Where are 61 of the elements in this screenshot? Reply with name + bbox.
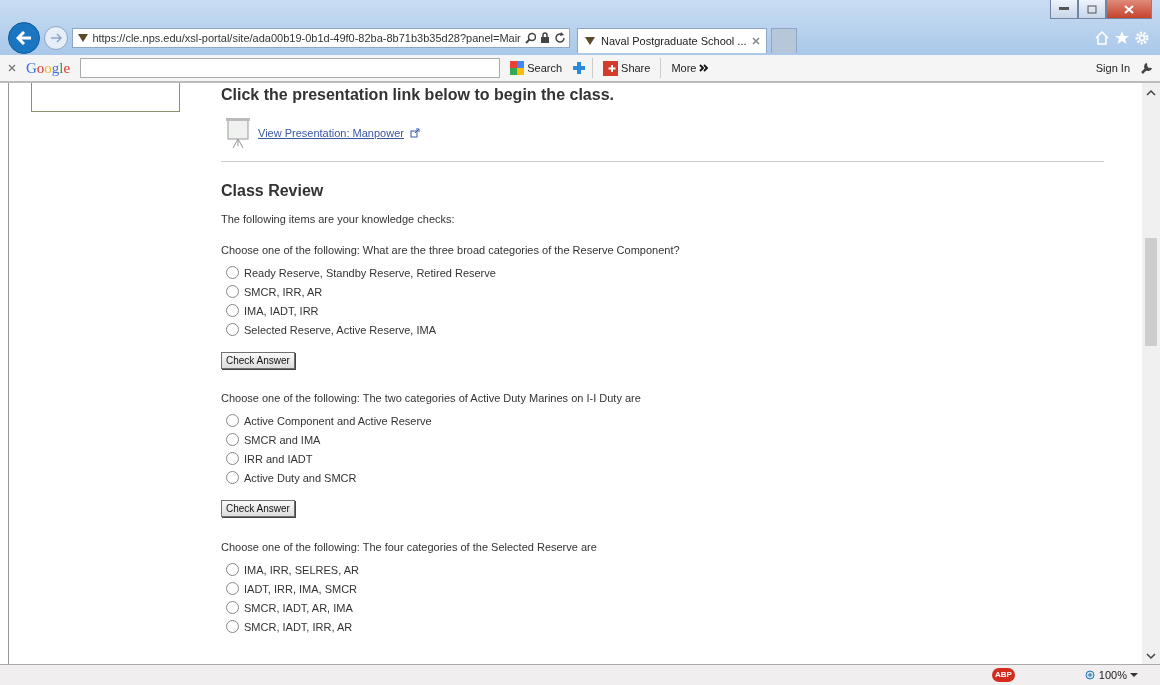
lock-icon [540, 31, 550, 44]
answer-option[interactable]: Ready Reserve, Standby Reserve, Retired Reserve [226, 263, 1104, 282]
answer-option[interactable]: SMCR, IADT, IRR, AR [226, 617, 1104, 636]
answer-option[interactable]: Active Component and Active Reserve [226, 411, 1104, 430]
forward-button[interactable] [44, 25, 68, 50]
maximize-icon [1087, 4, 1097, 14]
intro-text: The following items are your knowledge checks: [221, 213, 456, 225]
share-button[interactable]: Share [599, 60, 655, 76]
refresh-icon[interactable] [553, 31, 565, 44]
answer-option[interactable]: IMA, IADT, IRR [226, 301, 1104, 320]
url-text: https://cle.nps.edu/xsl-portal/site/ada00b19-0b1d-49f0-82ba-8b71b3b35d28?panel=Mair [92, 31, 521, 44]
double-chevron-icon [699, 64, 710, 72]
back-button[interactable] [8, 21, 40, 54]
projector-screen-icon [224, 117, 252, 149]
more-button[interactable]: More [667, 62, 714, 74]
answer-option[interactable]: IRR and IADT [226, 449, 1104, 468]
search-button[interactable]: Search [506, 61, 567, 75]
question-text: Choose one of the following: The two categories of Active Duty Marines on I-I Duty are [221, 392, 642, 404]
close-button[interactable] [1106, 0, 1152, 19]
caret-icon [1130, 672, 1138, 678]
site-icon [584, 36, 596, 46]
browser-tab[interactable]: Naval Postgraduate School ... [577, 28, 767, 53]
maximize-button[interactable] [1078, 0, 1106, 19]
squares-icon [510, 61, 525, 75]
plus-icon[interactable] [572, 61, 587, 75]
search-field[interactable] [80, 58, 501, 78]
star-icon[interactable] [1114, 30, 1130, 45]
address-bar[interactable]: https://cle.nps.edu/xsl-portal/site/ada00b19-0b1d-49f0-82ba-8b71b3b35d28?panel=Mair [72, 27, 570, 48]
answer-option[interactable]: IADT, IRR, IMA, SMCR [226, 579, 1104, 598]
zoom-control[interactable]: 100% [1084, 669, 1138, 681]
answer-option[interactable]: SMCR, IRR, AR [226, 282, 1104, 301]
magnifier-icon [1084, 669, 1096, 681]
sign-in-button[interactable]: Sign In [1091, 62, 1134, 74]
check-answer-button[interactable]: Check Answer [221, 352, 295, 369]
arrow-left-icon [16, 30, 32, 45]
check-answer-button[interactable]: Check Answer [221, 500, 295, 517]
question-text: Choose one of the following: What are the three broad categories of the Reserve Component? [221, 244, 681, 256]
section-heading: Class Review [221, 182, 325, 200]
close-icon[interactable] [751, 37, 760, 45]
answer-option[interactable]: SMCR, IADT, AR, IMA [226, 598, 1104, 617]
search-icon[interactable] [524, 31, 537, 44]
minimize-button[interactable] [1050, 0, 1078, 19]
answer-option[interactable]: Selected Reserve, Active Reserve, IMA [226, 320, 1104, 339]
answer-option[interactable]: IMA, IRR, SELRES, AR [226, 560, 1104, 579]
wrench-icon[interactable] [1140, 61, 1154, 75]
answer-option[interactable]: SMCR and IMA [226, 430, 1104, 449]
answer-option[interactable]: Active Duty and SMCR [226, 468, 1104, 487]
close-icon [1124, 4, 1134, 14]
close-icon[interactable] [8, 64, 16, 72]
google-logo: Google [25, 59, 72, 77]
scroll-thumb[interactable] [1145, 238, 1157, 346]
site-icon [77, 32, 89, 43]
section-heading: Click the presentation link below to begin the class. [221, 86, 615, 104]
arrow-right-icon [50, 32, 62, 43]
adblock-icon[interactable]: ABP [991, 668, 1015, 682]
plus-icon [603, 60, 619, 76]
presentation-link[interactable]: View Presentation: Manpower [258, 127, 404, 139]
question-text: Choose one of the following: The four categories of the Selected Reserve are [221, 541, 598, 553]
minimize-icon [1059, 7, 1069, 11]
external-link-icon [409, 128, 420, 138]
scrollbar[interactable] [1142, 83, 1160, 664]
